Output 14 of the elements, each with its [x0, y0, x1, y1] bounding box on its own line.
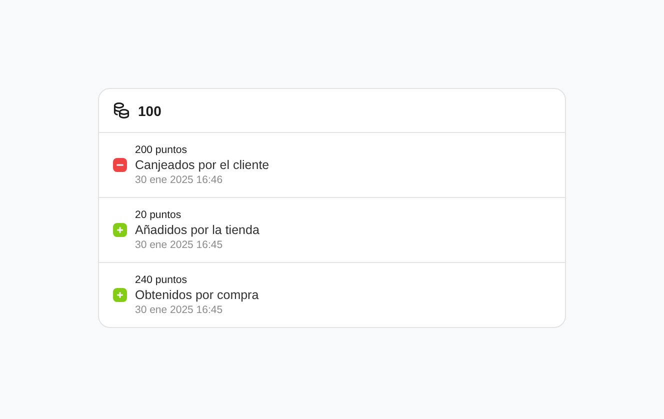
points-amount: 200 puntos: [135, 144, 188, 156]
entry-description: Añadidos por la tienda: [135, 223, 260, 237]
entry-date: 30 ene 2025 16:45: [135, 304, 224, 316]
points-amount: 20 puntos: [135, 209, 182, 221]
minus-icon: [113, 158, 127, 172]
entry-description: Obtenidos por compra: [135, 288, 259, 302]
plus-icon: [113, 288, 127, 302]
points-balance: 100: [138, 102, 162, 118]
plus-icon: [113, 223, 127, 237]
entry-date: 30 ene 2025 16:45: [135, 239, 224, 251]
points-amount: 240 puntos: [135, 274, 188, 286]
entry-description: Canjeados por el cliente: [135, 158, 270, 172]
coins-icon: [113, 102, 130, 119]
entry-date: 30 ene 2025 16:46: [135, 174, 224, 186]
